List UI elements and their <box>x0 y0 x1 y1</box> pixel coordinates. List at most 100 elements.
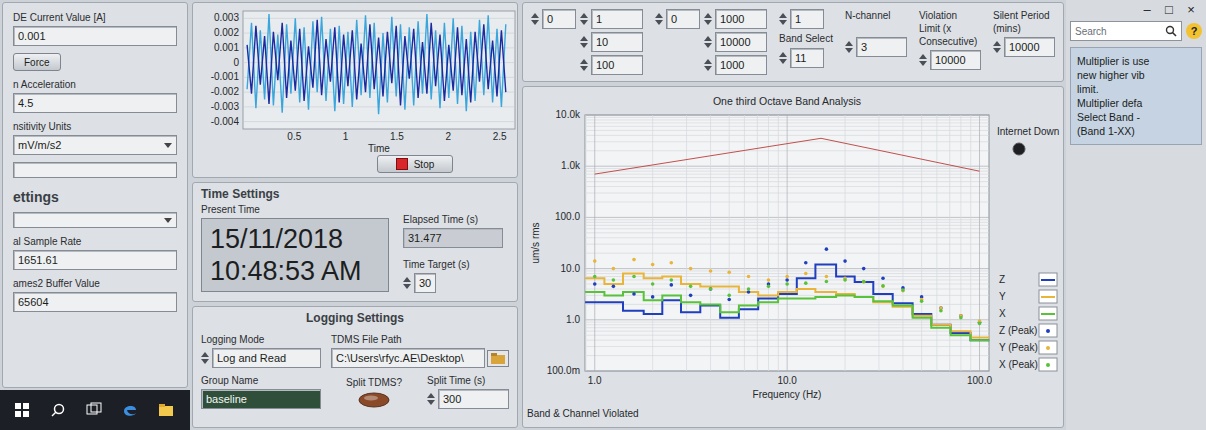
logging-row: Group Name baseline Split TDMS? Split Ti… <box>193 374 517 409</box>
spinner-icon[interactable] <box>655 13 664 25</box>
setting-value[interactable]: 3 <box>856 37 907 57</box>
spinner-icon[interactable] <box>779 13 788 25</box>
field-value[interactable]: 65604 <box>13 292 177 312</box>
legend-item: X <box>999 307 1057 320</box>
setting-value[interactable]: 10000 <box>1004 37 1055 57</box>
target-field: Time Target (s) 30 <box>403 258 503 293</box>
band-select-group: 1 Band Select 11 <box>779 9 833 68</box>
spinner-icon[interactable] <box>704 13 713 25</box>
spinner-icon[interactable] <box>779 52 788 64</box>
dropdown[interactable] <box>13 212 177 228</box>
legend-label: X (Peak) <box>999 359 1038 370</box>
date-text: 15/11/2018 <box>210 223 380 255</box>
stop-row: Stop <box>193 155 517 177</box>
array-values: 1 10 100 <box>580 9 643 75</box>
field-label: Logging Mode <box>201 333 321 346</box>
window-button[interactable]: □ <box>1160 2 1178 17</box>
help-button[interactable]: ? <box>1186 23 1202 39</box>
spinner-icon[interactable] <box>201 352 210 364</box>
target-value[interactable]: 30 <box>414 273 436 293</box>
tdms-path-value[interactable]: C:\Users\rfyc.AE\Desktop\ <box>331 348 485 368</box>
legend-label: Y (Peak) <box>999 342 1038 353</box>
y-tick: -0.002 <box>211 86 240 97</box>
array-element-value[interactable]: 10000 <box>715 32 767 52</box>
field-label: Silent Period (mins) <box>993 9 1055 35</box>
file-explorer-icon[interactable] <box>158 402 174 418</box>
edge-icon[interactable] <box>122 402 138 418</box>
logging-mode-control: Log and Read <box>201 348 321 368</box>
band-index-value[interactable]: 1 <box>790 9 824 29</box>
peak-dot <box>727 270 731 274</box>
spinner-icon[interactable] <box>704 36 713 48</box>
peak-dot <box>727 294 731 298</box>
y-tick: 0.003 <box>214 12 239 23</box>
field-label: N-channel <box>845 9 907 35</box>
peak-dot <box>862 280 866 284</box>
x-tick: 1 <box>343 131 349 142</box>
setting-value[interactable]: 10000 <box>930 50 981 70</box>
peak-dot <box>901 289 905 293</box>
field-label: Group Name <box>201 374 321 387</box>
search-icon[interactable] <box>50 402 66 418</box>
array-element-value[interactable]: 1 <box>591 9 643 29</box>
numeric-field: ames2 Buffer Value 65604 <box>13 277 177 312</box>
numeric-array: 0 1000 10000 1000 <box>655 9 767 75</box>
array-index-value[interactable]: 0 <box>666 9 700 29</box>
band-select-value[interactable]: 11 <box>790 48 824 68</box>
split-time-value[interactable]: 300 <box>438 389 509 409</box>
octave-band-chart: One third Octave Band Analysis10.0k1.0k1… <box>523 87 1063 421</box>
field-label: Split TDMS? <box>346 376 402 389</box>
force-button[interactable]: Force <box>13 53 61 71</box>
array-element-value[interactable]: 1000 <box>715 55 767 75</box>
field-value[interactable]: 0.001 <box>13 26 177 46</box>
empty-field[interactable] <box>13 162 177 178</box>
present-time: Present Time 15/11/2018 10:48:53 AM <box>201 203 389 293</box>
spinner-icon[interactable] <box>531 13 540 25</box>
field-label: DE Current Value [A] <box>13 11 177 24</box>
time-settings-body: Present Time 15/11/2018 10:48:53 AM Elap… <box>193 203 517 301</box>
spinner-icon[interactable] <box>580 13 589 25</box>
array-element-value[interactable]: 10 <box>591 32 643 52</box>
array-element-value[interactable]: 100 <box>591 55 643 75</box>
spinner-icon[interactable] <box>427 393 436 405</box>
search-field[interactable]: Search <box>1070 21 1182 41</box>
labview-front-panel: DE Current Value [A] 0.001Forcen Acceler… <box>0 0 1206 430</box>
peak-dot <box>727 298 731 302</box>
browse-button[interactable] <box>487 350 509 367</box>
spinner-icon[interactable] <box>580 59 589 71</box>
peak-dot <box>881 284 885 288</box>
spinner-icon[interactable] <box>580 36 589 48</box>
peak-dot <box>862 267 866 271</box>
windows-start-icon[interactable] <box>14 402 30 418</box>
field-value[interactable]: 4.5 <box>13 93 177 113</box>
logging-settings-panel: Logging Settings Logging Mode Log and Re… <box>192 306 518 428</box>
peak-dot <box>804 281 808 285</box>
notes-box: Multiplier is usenew higher viblimit.Mul… <box>1070 47 1202 145</box>
spinner-icon[interactable] <box>403 277 412 289</box>
setting-control: 3 <box>845 37 907 57</box>
array-element-value[interactable]: 1000 <box>715 9 767 29</box>
dropdown[interactable]: mV/m/s2 <box>13 135 177 155</box>
logging-mode-value[interactable]: Log and Read <box>212 348 321 368</box>
legend-label: Z <box>999 274 1005 285</box>
array-index-value[interactable]: 0 <box>542 9 576 29</box>
window-button[interactable]: × <box>1182 2 1200 17</box>
peak-dot <box>709 269 713 273</box>
stop-button[interactable]: Stop <box>377 155 454 173</box>
group-name-value[interactable]: baseline <box>201 389 321 409</box>
peak-dot <box>881 285 885 289</box>
task-view-icon[interactable] <box>86 402 102 418</box>
spinner-icon[interactable] <box>993 41 1002 53</box>
setting-control: 10000 <box>993 37 1055 57</box>
panel-title: Time Settings <box>193 183 517 203</box>
spinner-icon[interactable] <box>845 41 854 53</box>
x-tick: 2.5 <box>493 131 507 142</box>
peak-dot <box>612 267 616 271</box>
x-tick: 2 <box>446 131 452 142</box>
spinner-icon[interactable] <box>919 54 928 66</box>
window-button[interactable]: – <box>1138 2 1156 17</box>
spinner-icon[interactable] <box>704 59 713 71</box>
y-tick: -0.003 <box>211 101 240 112</box>
field-value[interactable]: 1651.61 <box>13 250 177 270</box>
split-toggle[interactable] <box>357 391 391 409</box>
